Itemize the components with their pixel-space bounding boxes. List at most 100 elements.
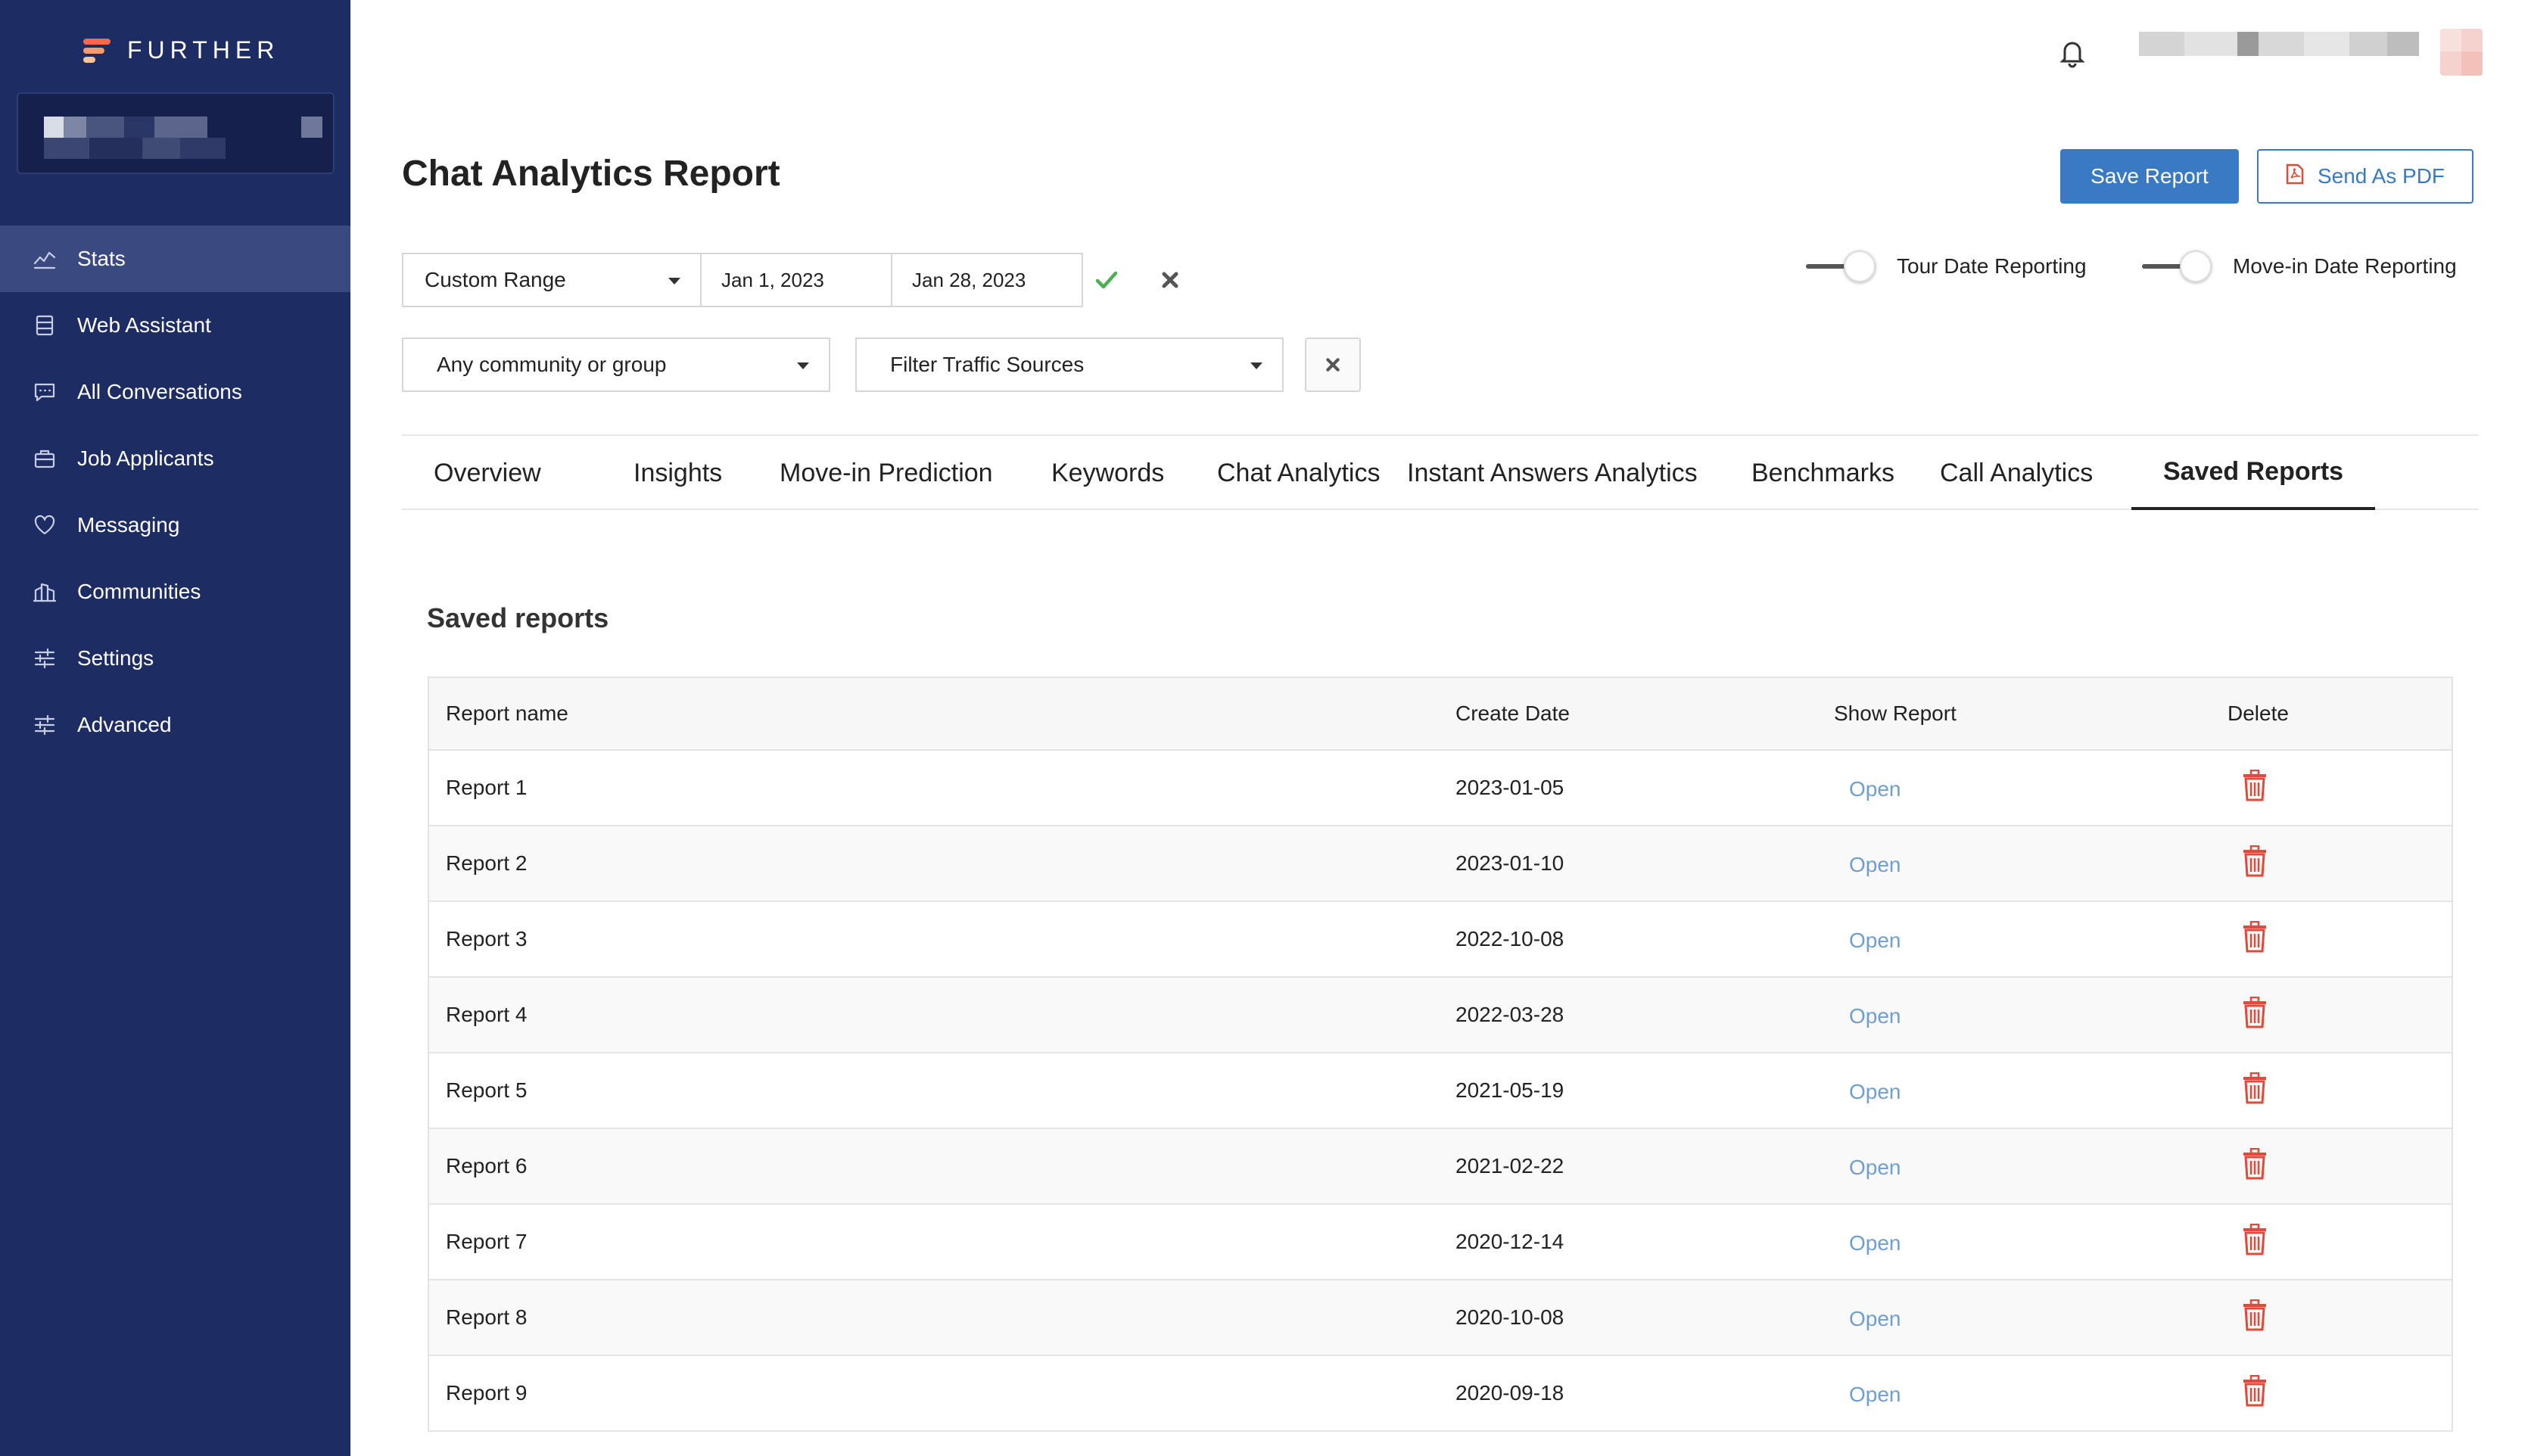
toggle-knob (1844, 250, 1876, 282)
sidebar-item-label: Job Applicants (77, 446, 214, 470)
date-range-value: Custom Range (425, 268, 566, 291)
report-create-date: 2022-10-08 (1455, 927, 1564, 950)
delete-cell (2227, 978, 2268, 1052)
end-date-input[interactable]: Jan 28, 2023 (891, 253, 1083, 307)
sidebar-nav: Stats Web Assistant All Conversations Jo… (0, 226, 350, 758)
report-name: Report 2 (446, 851, 528, 875)
table-header: Report name Create Date Show Report Dele… (429, 678, 2452, 751)
building-icon (32, 579, 58, 605)
sidebar-item-messaging[interactable]: Messaging (0, 492, 350, 558)
conversations-icon (32, 379, 58, 405)
community-select[interactable]: Any community or group (402, 338, 830, 392)
column-header-report-name[interactable]: Report name (446, 678, 568, 749)
web-assistant-icon (32, 313, 58, 338)
open-report-link[interactable]: Open (1849, 1307, 1901, 1331)
report-create-date: 2023-01-05 (1455, 776, 1564, 799)
sidebar-item-label: All Conversations (77, 380, 242, 403)
trash-icon[interactable] (2227, 1299, 2268, 1336)
date-range-select[interactable]: Custom Range (402, 253, 702, 307)
tab-keywords[interactable]: Keywords (1020, 436, 1196, 510)
show-report-cell: Open (1834, 1129, 1901, 1203)
trash-icon[interactable] (2227, 996, 2268, 1034)
sidebar-item-all-conversations[interactable]: All Conversations (0, 359, 350, 425)
trash-icon[interactable] (2227, 1147, 2268, 1185)
clear-filters-button[interactable] (1305, 338, 1361, 392)
column-header-create-date[interactable]: Create Date (1455, 678, 1570, 749)
report-create-date: 2020-09-18 (1455, 1381, 1564, 1405)
report-name: Report 7 (446, 1230, 528, 1253)
caret-down-icon (668, 278, 680, 285)
sidebar-item-label: Messaging (77, 513, 180, 537)
send-as-pdf-button[interactable]: Send As PDF (2257, 149, 2473, 204)
traffic-sources-select[interactable]: Filter Traffic Sources (855, 338, 1284, 392)
open-report-link[interactable]: Open (1849, 1156, 1901, 1180)
community-select-value: Any community or group (437, 353, 667, 376)
show-report-cell: Open (1834, 751, 1901, 825)
tab-benchmarks[interactable]: Benchmarks (1720, 436, 1926, 510)
table-row: Report 4 2022-03-28 Open (429, 978, 2452, 1053)
move-in-date-reporting-toggle[interactable]: Move-in Date Reporting (2142, 250, 2457, 283)
further-logo[interactable]: FURTHER (83, 33, 279, 67)
trash-icon[interactable] (2227, 845, 2268, 882)
report-name: Report 1 (446, 776, 528, 799)
open-report-link[interactable]: Open (1849, 853, 1901, 877)
open-report-link[interactable]: Open (1849, 1231, 1901, 1255)
send-as-pdf-label: Send As PDF (2317, 164, 2445, 188)
table-row: Report 9 2020-09-18 Open (429, 1356, 2452, 1432)
saved-reports-title: Saved reports (427, 602, 609, 633)
sidebar-item-advanced[interactable]: Advanced (0, 692, 350, 758)
start-date-input[interactable]: Jan 1, 2023 (700, 253, 892, 307)
table-row: Report 5 2021-05-19 Open (429, 1053, 2452, 1129)
sidebar-item-job-applicants[interactable]: Job Applicants (0, 425, 350, 492)
sidebar-item-settings[interactable]: Settings (0, 625, 350, 692)
open-report-link[interactable]: Open (1849, 1383, 1901, 1407)
trash-icon[interactable] (2227, 769, 2268, 807)
toggle-track (1806, 250, 1876, 282)
briefcase-icon (32, 446, 58, 471)
sidebar-item-communities[interactable]: Communities (0, 558, 350, 625)
table-row: Report 7 2020-12-14 Open (429, 1205, 2452, 1280)
tab-saved-reports[interactable]: Saved Reports (2131, 436, 2376, 510)
show-report-cell: Open (1834, 1280, 1901, 1355)
trash-icon[interactable] (2227, 920, 2268, 958)
delete-cell (2227, 826, 2268, 901)
trash-icon[interactable] (2227, 1374, 2268, 1412)
notifications-bell-icon[interactable] (2056, 36, 2089, 70)
clear-date-x-icon[interactable] (1157, 266, 1184, 294)
tab-call-analytics[interactable]: Call Analytics (1908, 436, 2125, 510)
trash-icon[interactable] (2227, 1072, 2268, 1109)
stats-icon (32, 246, 58, 272)
save-report-button[interactable]: Save Report (2060, 149, 2239, 204)
open-report-link[interactable]: Open (1849, 777, 1901, 801)
caret-down-icon (1250, 362, 1262, 369)
saved-reports-table: Report name Create Date Show Report Dele… (428, 677, 2453, 1432)
open-report-link[interactable]: Open (1849, 1004, 1901, 1028)
tour-date-reporting-toggle[interactable]: Tour Date Reporting (1806, 250, 2087, 283)
tab-move-in-prediction[interactable]: Move-in Prediction (748, 436, 1025, 510)
delete-cell (2227, 1205, 2268, 1279)
report-create-date: 2021-05-19 (1455, 1078, 1564, 1102)
open-report-link[interactable]: Open (1849, 929, 1901, 953)
report-create-date: 2020-12-14 (1455, 1230, 1564, 1253)
tab-instant-answers-analytics[interactable]: Instant Answers Analytics (1375, 436, 1729, 510)
logo-mark-icon (83, 37, 112, 63)
account-switcher[interactable] (17, 92, 335, 174)
sidebar-item-web-assistant[interactable]: Web Assistant (0, 292, 350, 359)
show-report-cell: Open (1834, 978, 1901, 1052)
delete-cell (2227, 1280, 2268, 1355)
table-row: Report 6 2021-02-22 Open (429, 1129, 2452, 1205)
avatar[interactable] (2440, 29, 2483, 76)
trash-icon[interactable] (2227, 1223, 2268, 1261)
sidebar-item-stats[interactable]: Stats (0, 226, 350, 292)
tab-overview[interactable]: Overview (402, 436, 573, 510)
open-report-link[interactable]: Open (1849, 1080, 1901, 1104)
apply-check-icon[interactable] (1091, 265, 1122, 295)
sidebar-item-label: Advanced (77, 713, 172, 736)
table-row: Report 1 2023-01-05 Open (429, 751, 2452, 826)
report-name: Report 3 (446, 927, 528, 950)
tab-insights[interactable]: Insights (602, 436, 754, 510)
report-create-date: 2021-02-22 (1455, 1154, 1564, 1178)
caret-down-icon (797, 362, 809, 369)
user-name-redacted[interactable] (2139, 32, 2419, 56)
toggle-track (2142, 250, 2212, 282)
